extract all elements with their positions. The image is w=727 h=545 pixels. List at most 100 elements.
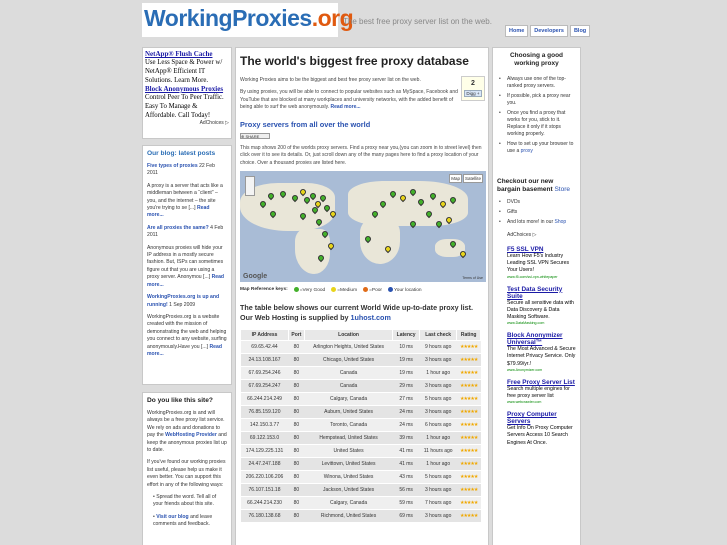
- table-row[interactable]: 66.244.214.249 80 Calgary, Canada 27 ms 5 ho…: [240, 392, 481, 406]
- table-cell: 80: [288, 418, 305, 432]
- nav-developers[interactable]: Developers: [530, 25, 568, 37]
- table-cell: 76.180.138.68: [240, 509, 289, 523]
- table-cell: 66.244.214.249: [240, 392, 289, 406]
- ad-body: Control Peer To Peer Traffic. Easy To Ma…: [145, 94, 224, 119]
- table-row[interactable]: 67.69.254.246 80 Canada 19 ms 1 hour ago ★★★★…: [240, 366, 481, 380]
- ad-title[interactable]: F5 SSL VPN: [507, 246, 576, 253]
- ad-title[interactable]: Test Data Security Suite: [507, 286, 576, 300]
- intro-text: Working Proxies aims to be the biggest a…: [240, 77, 421, 83]
- table-cell: 1 hour ago: [419, 366, 457, 380]
- host-link[interactable]: 1uhost.com: [351, 313, 391, 322]
- share-icon: ⊕: [241, 134, 245, 140]
- table-row[interactable]: 142.150.3.77 80 Toronto, Canada 24 ms 6 hour…: [240, 418, 481, 432]
- tip-item: Always use one of the top-ranked proxy s…: [497, 76, 576, 90]
- proxy-link[interactable]: proxy: [521, 148, 533, 154]
- tip-item: How to set up your browser to use a prox…: [497, 141, 576, 155]
- table-row[interactable]: 69.65.42.44 80 Arlington Heights, United S…: [240, 340, 481, 354]
- table-cell: 3 hours ago: [419, 509, 457, 523]
- table-cell: 10 ms: [392, 340, 420, 354]
- ad-url[interactable]: www.f5.com/ssl-vpn-whitepaper: [507, 275, 576, 279]
- blog-post-link[interactable]: Are all proxies the same?: [147, 225, 209, 231]
- right-ads: AdChoices ▷ F5 SSL VPN Learn How F5's Ind…: [497, 232, 576, 447]
- table-cell: Arlington Heights, United States: [304, 340, 393, 354]
- table-cell: 7 hours ago: [419, 496, 457, 510]
- site-logo[interactable]: WorkingProxies.org: [142, 3, 354, 37]
- table-cell: 76.85.159.120: [240, 405, 289, 419]
- legend-item: =Very Good: [299, 287, 326, 293]
- ad-title[interactable]: Block Anonymizer Universal™: [507, 332, 576, 346]
- digg-count: 2: [471, 80, 475, 87]
- map-type-map[interactable]: Map: [449, 174, 462, 184]
- table-cell: 80: [288, 483, 305, 497]
- digg-button[interactable]: Digg +: [464, 90, 482, 97]
- table-cell: 43 ms: [392, 470, 420, 484]
- digg-widget[interactable]: 2 Digg +: [461, 76, 485, 101]
- table-cell: 39 ms: [392, 431, 420, 445]
- table-cell: 41 ms: [392, 444, 420, 458]
- table-cell: 3 hours ago: [419, 379, 457, 393]
- page-title: The world's biggest free proxy database: [240, 54, 469, 68]
- blog-heading: Our blog: latest posts: [147, 150, 216, 157]
- table-row[interactable]: 24.13.108.167 80 Chicago, United States 19 …: [240, 353, 481, 367]
- webhosting-link[interactable]: WebHosting Provider: [165, 432, 217, 438]
- legend-item: =Medium: [337, 287, 358, 293]
- left-ad: NetApp® Flush Cache Use Less Space & Pow…: [142, 47, 232, 139]
- bargain-item: And lots more! in our Shop: [497, 219, 576, 226]
- ad-url[interactable]: www.DataMasking.com: [507, 321, 576, 325]
- nav-home[interactable]: Home: [505, 25, 529, 37]
- bargain-item: Gifts: [497, 209, 576, 216]
- table-cell: Richmond, United States: [304, 509, 393, 523]
- column-header: Location: [303, 328, 394, 341]
- blog-post-link[interactable]: Five types of proxies: [147, 163, 198, 169]
- rating-stars-icon: ★★★★★: [456, 392, 481, 406]
- map-marker-icon[interactable]: [458, 249, 468, 259]
- table-row[interactable]: 206.220.106.206 80 Winona, United States 43…: [240, 470, 481, 484]
- map-terms[interactable]: Terms of Use: [462, 276, 483, 280]
- map-legend: Map Reference keys: =Very Good =Medium =…: [240, 287, 484, 293]
- table-row[interactable]: 69.122.153.0 80 Hempstead, United States 39…: [240, 431, 481, 445]
- adchoices-label[interactable]: AdChoices ▷: [145, 120, 229, 126]
- table-cell: 206.220.106.206: [240, 470, 289, 484]
- ad-body: The Most Advanced & Secure Internet Priv…: [507, 346, 576, 367]
- map-brand: Google: [243, 273, 268, 281]
- table-cell: 69 ms: [392, 509, 420, 523]
- table-cell: 9 hours ago: [419, 340, 457, 354]
- map-type-satellite[interactable]: Satellite: [462, 174, 483, 184]
- ad-body: Use Less Space & Power w/ NetApp® Effici…: [145, 59, 223, 84]
- table-row[interactable]: 67.69.254.247 80 Canada 29 ms 3 hours ago ★★★…: [240, 379, 481, 393]
- table-cell: 59 ms: [392, 496, 420, 510]
- column-header: Port: [288, 328, 305, 341]
- table-row[interactable]: 76.85.159.120 80 Auburn, United States 24 m…: [240, 405, 481, 419]
- table-cell: 3 hours ago: [419, 353, 457, 367]
- ad-title[interactable]: Free Proxy Server List: [507, 379, 576, 386]
- nav-blog[interactable]: Blog: [569, 25, 591, 37]
- ad-title[interactable]: Block Anonymous Proxies: [145, 85, 229, 93]
- table-row[interactable]: 76.180.138.68 80 Richmond, United States 69…: [240, 509, 481, 523]
- share-button[interactable]: ⊕ SHARE: [240, 133, 270, 140]
- table-row[interactable]: 66.244.214.230 80 Calgary, Canada 59 ms 7 ho…: [240, 496, 481, 510]
- table-row[interactable]: 24.47.247.188 80 Levittown, United States 4…: [240, 457, 481, 471]
- logo-text: Working: [144, 5, 233, 31]
- table-cell: 80: [288, 353, 305, 367]
- table-cell: 174.129.225.131: [240, 444, 289, 458]
- tip-item: If possible, pick a proxy near you.: [497, 93, 576, 107]
- table-row[interactable]: 174.129.225.131 80 United States 41 ms 11 ho…: [240, 444, 481, 458]
- zoom-control[interactable]: [245, 176, 255, 197]
- read-more-link[interactable]: Read more...: [331, 104, 361, 110]
- ad-title[interactable]: Proxy Computer Servers: [507, 411, 576, 425]
- table-cell: 56 ms: [392, 483, 420, 497]
- ad-url[interactable]: www.webcrawler.com: [507, 400, 576, 404]
- blog-post-date: 1 Sep 2009: [169, 301, 196, 308]
- proxy-map[interactable]: Map Satellite Google Terms of Use: [240, 171, 486, 283]
- adchoices-label[interactable]: AdChoices ▷: [507, 232, 576, 238]
- table-cell: 41 ms: [392, 457, 420, 471]
- visit-blog-link[interactable]: Visit our blog: [156, 514, 188, 520]
- table-row[interactable]: 76.107.151.18 80 Jackson, United States 56 …: [240, 483, 481, 497]
- choose-heading: Choosing a good working proxy: [509, 52, 564, 67]
- shop-link[interactable]: Shop: [555, 219, 567, 225]
- ad-title[interactable]: NetApp® Flush Cache: [145, 50, 229, 58]
- ad-url[interactable]: www.Anonymizer.com: [507, 368, 576, 372]
- table-cell: 19 ms: [392, 366, 420, 380]
- yellow-marker-icon: [331, 287, 337, 293]
- store-link[interactable]: Store: [554, 186, 570, 193]
